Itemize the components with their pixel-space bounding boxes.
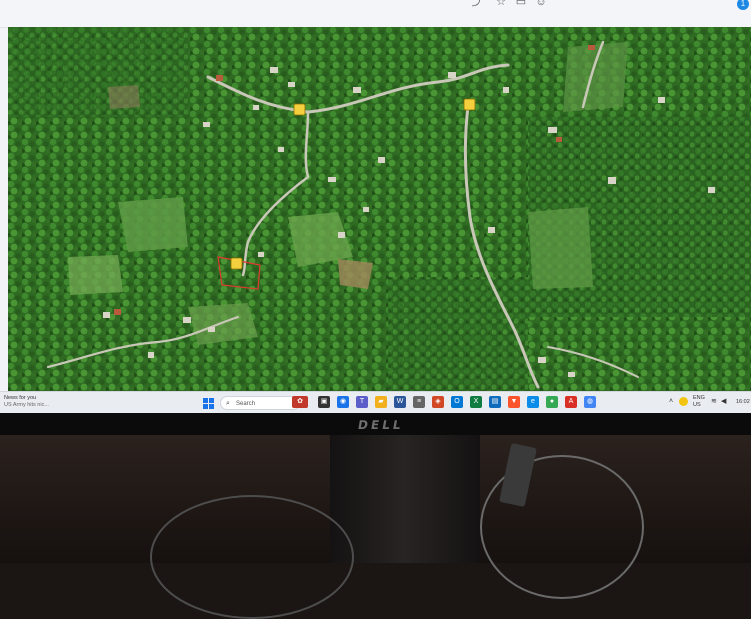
language-code: ENG (693, 395, 705, 401)
tray-app-icon[interactable] (679, 397, 688, 406)
chrome-icon[interactable]: ● (546, 396, 558, 408)
calendar-icon[interactable]: ▤ (489, 396, 501, 408)
notepad-icon[interactable]: ≡ (413, 396, 425, 408)
news-subtitle: US Army hits nic... (4, 402, 49, 408)
news-title: News for you (4, 395, 37, 401)
desk-background (0, 435, 751, 619)
monitor-stand (330, 435, 480, 563)
monitor-screen: ⤴ ☆ ▭ ☺ 1 News for you US Army hits nic.… (0, 0, 751, 413)
outlook-icon[interactable]: O (451, 396, 463, 408)
edge-icon[interactable]: e (527, 396, 539, 408)
taskbar: News for you US Army hits nic... ⌕ Searc… (0, 391, 751, 413)
teams-icon[interactable]: T (356, 396, 368, 408)
cable (150, 495, 354, 619)
satellite-map[interactable] (8, 27, 751, 391)
marker-plot[interactable] (230, 257, 243, 270)
taskbar-search[interactable]: ⌕ Search (220, 396, 300, 410)
monitor-brand-logo: DELL (356, 418, 405, 432)
volume-icon[interactable]: ◀ (721, 398, 726, 405)
acrobat-icon[interactable]: A (565, 396, 577, 408)
profile-icon[interactable]: ☺ (534, 0, 548, 8)
file-explorer-icon[interactable]: ▰ (375, 396, 387, 408)
windows-logo-icon (203, 398, 208, 403)
task-view-icon[interactable]: ▣ (318, 396, 330, 408)
excel-icon[interactable]: X (470, 396, 482, 408)
satellite-map-canvas (8, 27, 751, 391)
brave-icon[interactable]: ▼ (508, 396, 520, 408)
tray-chevron-icon[interactable]: ˄ (669, 398, 673, 405)
wifi-icon[interactable]: ≋ (711, 398, 717, 405)
collections-icon[interactable]: ▭ (514, 0, 528, 8)
monitor-bezel: DELL (0, 413, 751, 435)
marker-north-east[interactable] (463, 98, 476, 111)
bing-widget-icon[interactable]: ✿ (292, 396, 308, 408)
search-placeholder: Search (236, 401, 256, 407)
favorite-icon[interactable]: ☆ (494, 0, 508, 8)
start-button[interactable] (203, 398, 214, 409)
notification-badge[interactable]: 1 (737, 0, 749, 10)
language-indicator[interactable]: ENG US (693, 395, 705, 409)
browser-top-strip: ⤴ ☆ ▭ ☺ 1 (0, 0, 751, 28)
chrome-alt-icon[interactable]: ◍ (584, 396, 596, 408)
taskbar-clock[interactable]: 16:02 (736, 399, 750, 406)
share-icon[interactable]: ⤴ (470, 0, 484, 8)
copilot-icon[interactable]: ◉ (337, 396, 349, 408)
news-widget[interactable]: News for you US Army hits nic... (4, 395, 74, 409)
store-icon[interactable]: ◈ (432, 396, 444, 408)
word-icon[interactable]: W (394, 396, 406, 408)
marker-north-west[interactable] (293, 103, 306, 116)
language-region: US (693, 402, 701, 408)
search-icon: ⌕ (226, 400, 230, 407)
